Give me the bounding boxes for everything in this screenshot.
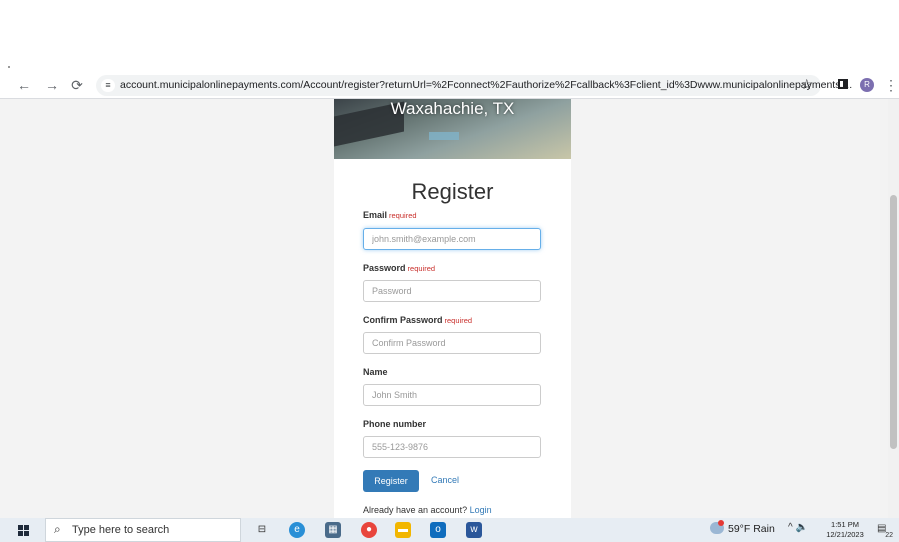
outlook-icon[interactable]: o [430,522,446,538]
confirm-password-field[interactable] [363,332,541,354]
chevron-up-icon[interactable]: ^ [788,522,793,533]
confirm-password-label-text: Confirm Password [363,315,443,325]
weather-icon [710,520,724,534]
phone-label-text: Phone number [363,419,427,429]
weather-widget[interactable]: 59°F Rain [710,520,775,535]
taskbar-search-input[interactable]: ⌕ Type here to search [45,518,241,542]
confirm-password-label: Confirm Password required [363,315,472,325]
login-prompt: Already have an account? Login [363,505,492,515]
weather-text: 59°F Rain [728,523,775,535]
arrow-right-icon[interactable]: → [42,75,62,95]
password-field[interactable] [363,280,541,302]
login-link[interactable]: Login [470,505,492,515]
site-settings-icon[interactable]: ≡ [101,79,115,92]
chrome-browser-icon[interactable]: ● [361,522,377,538]
arrow-left-icon[interactable]: ← [14,75,34,95]
calculator-icon[interactable]: ▦ [325,522,341,538]
top-blank-area [0,0,899,72]
windows-taskbar: ⌕ Type here to search ⊟ e ▦ ● ▬ o w 59°F… [0,518,899,542]
search-icon: ⌕ [54,522,61,536]
page-title: Register [411,179,494,204]
clock-time: 1:51 PM [831,520,859,529]
file-explorer-icon[interactable]: ▬ [395,522,411,538]
password-label: Password required [363,263,435,273]
required-indicator: required [407,264,436,273]
task-view-icon[interactable]: ⊟ [254,522,270,538]
address-bar[interactable]: ≡ account.municipalonlinepayments.com/Ac… [96,75,852,96]
profile-avatar[interactable]: R [860,78,874,92]
search-placeholder: Type here to search [72,524,170,536]
register-form: Register Emailrequired Passwordrequired … [334,159,571,518]
speaker-icon[interactable]: 🔈 [795,522,807,533]
phone-field[interactable] [363,436,541,458]
required-indicator: required [389,211,417,220]
city-banner: Waxahachie, TX [334,99,571,159]
email-field[interactable] [363,228,541,250]
bookmark-star-icon[interactable]: ☆ [800,76,813,93]
email-label: Email required [363,210,417,220]
banner-photo-detail [429,132,459,140]
email-label-text: Email [363,210,388,220]
corner-dot [8,66,10,68]
side-panel-icon[interactable] [838,79,848,89]
edge-browser-icon[interactable]: e [289,522,305,538]
reload-icon[interactable]: ⟳ [67,75,87,95]
system-tray[interactable]: ^ 🔈 [788,522,808,533]
banner-title: Waxahachie, TX [390,99,515,118]
browser-toolbar: ← → ⟳ ≡ account.municipalonlinepayments.… [0,72,899,99]
login-prompt-text: Already have an account? [363,505,468,515]
required-indicator: required [444,316,473,325]
register-button[interactable]: Register [363,470,419,492]
name-label: Name [363,367,388,377]
scrollbar-thumb[interactable] [890,195,897,449]
name-label-text: Name [363,367,388,377]
url-text[interactable]: account.municipalonlinepayments.com/Acco… [120,79,852,91]
menu-kebab-icon[interactable]: ⋮ [884,76,898,94]
phone-label: Phone number [363,419,426,429]
word-icon[interactable]: w [466,522,482,538]
notification-icon[interactable]: ▤ 22 [877,523,893,539]
page-viewport: Waxahachie, TX Register Emailrequired Pa… [0,99,899,518]
cancel-link[interactable]: Cancel [431,475,459,485]
name-field[interactable] [363,384,541,406]
clock-date: 12/21/2023 [826,530,864,539]
notification-count: 22 [885,532,893,539]
password-label-text: Password [363,263,406,273]
page-scrollbar[interactable] [888,99,899,518]
clock[interactable]: 1:51 PM 12/21/2023 [824,520,866,540]
windows-start-icon[interactable] [18,525,29,536]
